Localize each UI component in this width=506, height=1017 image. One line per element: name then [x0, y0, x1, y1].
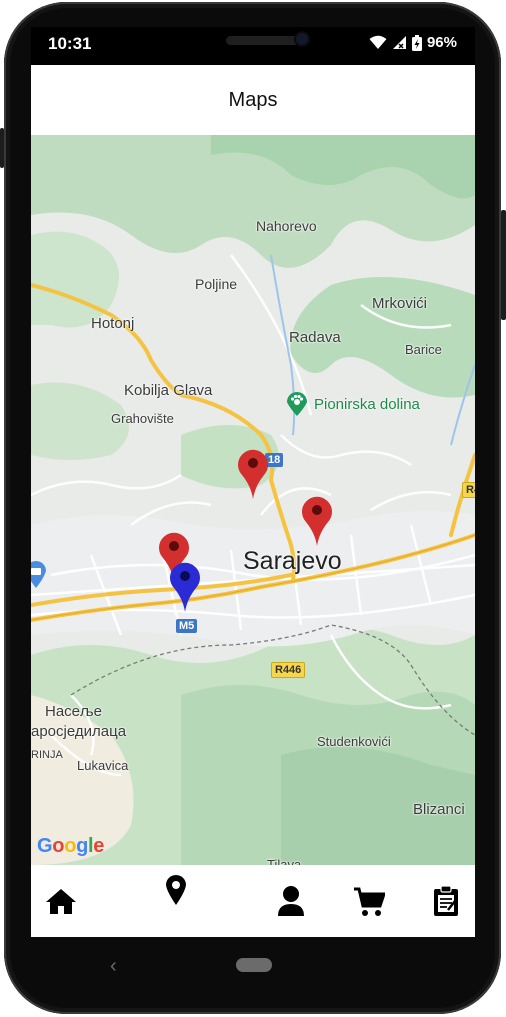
label-pionirska-dolina: Pionirska dolina [314, 396, 420, 413]
label-radava: Radava [289, 329, 341, 346]
label-lukavica: Lukavica [77, 758, 129, 773]
screen: 10:31 96% Maps Nahorevo Poljine Hotonj R… [31, 27, 475, 937]
person-icon[interactable] [277, 885, 305, 922]
road-shield-m5: M5 [176, 619, 198, 633]
label-arosjedilaca: аросједилаца [31, 723, 127, 740]
blue-marker-current[interactable] [169, 561, 201, 618]
label-mrkovici: Mrkovići [372, 295, 427, 312]
google-letter-o2: o [64, 835, 77, 857]
bottom-nav [31, 865, 475, 937]
google-letter-e: e [93, 835, 105, 857]
label-kobilja-glava: Kobilja Glava [124, 382, 213, 399]
front-camera [296, 33, 308, 45]
google-letter-o1: o [52, 835, 65, 857]
label-rinja: RINJA [31, 749, 63, 761]
system-back-button[interactable]: ‹ [110, 955, 117, 978]
home-icon[interactable] [45, 887, 77, 920]
red-marker-east[interactable] [301, 495, 333, 552]
wifi-icon [369, 35, 387, 50]
app-bar: Maps [31, 65, 475, 135]
road-shield-r446: R446 [271, 662, 306, 678]
cart-icon[interactable] [353, 887, 387, 922]
google-logo: Google [37, 835, 104, 858]
map-pin-icon[interactable] [165, 874, 187, 911]
side-button-left [0, 128, 4, 168]
side-button-right [501, 210, 506, 320]
status-time: 10:31 [48, 34, 92, 53]
battery-percent: 96% [426, 34, 457, 51]
clipboard-icon[interactable] [433, 885, 459, 922]
status-icons: 96% [369, 34, 457, 51]
label-barice: Barice [405, 342, 442, 357]
road-shield-r4: R4 [462, 482, 475, 498]
label-poljine: Poljine [195, 276, 238, 292]
system-home-button[interactable] [236, 958, 272, 972]
battery-charging-icon [411, 34, 422, 51]
page-title: Maps [228, 88, 278, 111]
label-hotonj: Hotonj [91, 315, 135, 332]
label-tilava: Tilava [267, 857, 302, 865]
label-studenkovici: Studenkovići [317, 734, 391, 749]
park-poi-icon[interactable] [286, 391, 308, 422]
label-grahoviste: Grahovište [111, 411, 174, 426]
label-naselje: Насеље [45, 703, 102, 720]
google-letter-g1: G [37, 835, 53, 857]
signal-icon [392, 35, 407, 50]
status-bar: 10:31 96% [31, 27, 475, 65]
map-view[interactable]: Nahorevo Poljine Hotonj Radava Mrkovići … [31, 135, 475, 865]
label-nahorevo: Nahorevo [256, 218, 317, 234]
red-marker-north[interactable] [237, 448, 269, 505]
google-letter-g2: g [76, 835, 89, 857]
shopping-poi-icon[interactable] [31, 559, 47, 594]
label-blizanci: Blizanci [413, 801, 465, 818]
